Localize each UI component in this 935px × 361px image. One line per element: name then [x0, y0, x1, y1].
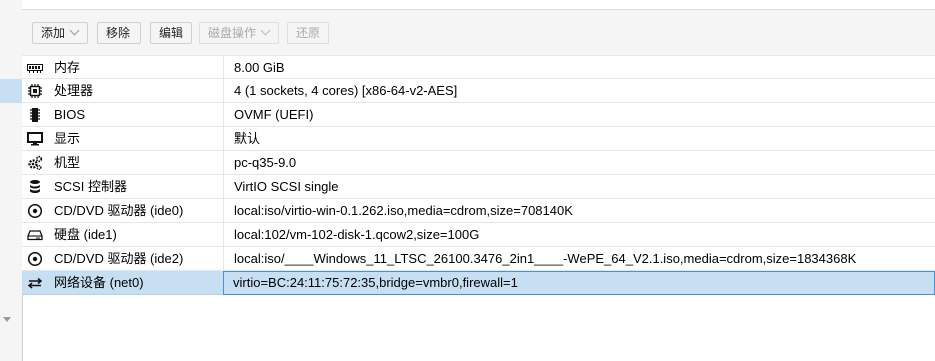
hdd-icon	[27, 227, 43, 243]
database-icon	[27, 179, 43, 195]
row-key: 处理器	[54, 83, 94, 98]
table-row[interactable]: CD/DVD 驱动器 (ide2) local:iso/____Windows_…	[22, 247, 935, 271]
cdrom-icon	[27, 203, 43, 219]
add-button[interactable]: 添加	[32, 22, 88, 44]
edit-button-label: 编辑	[159, 26, 184, 40]
monitor-icon	[27, 131, 43, 147]
left-nav-strip	[0, 0, 23, 361]
row-value: 4 (1 sockets, 4 cores) [x86-64-v2-AES]	[223, 79, 935, 103]
row-key: 网络设备 (net0)	[54, 275, 144, 290]
row-key: 内存	[54, 60, 81, 75]
table-row[interactable]: 处理器 4 (1 sockets, 4 cores) [x86-64-v2-AE…	[22, 79, 935, 103]
edit-button[interactable]: 编辑	[150, 22, 192, 44]
row-value: virtio=BC:24:11:75:72:35,bridge=vmbr0,fi…	[223, 271, 935, 295]
network-exchange-icon	[27, 275, 43, 291]
row-value: OVMF (UEFI)	[223, 103, 935, 127]
row-value: 8.00 GiB	[223, 56, 935, 80]
row-value: local:iso/virtio-win-0.1.262.iso,media=c…	[223, 199, 935, 223]
row-key: 显示	[54, 131, 81, 146]
table-row[interactable]: SCSI 控制器 VirtIO SCSI single	[22, 175, 935, 199]
row-key: 机型	[54, 155, 81, 170]
memory-icon	[27, 60, 43, 76]
row-key: CD/DVD 驱动器 (ide0)	[54, 203, 184, 218]
table-row-selected[interactable]: 网络设备 (net0) virtio=BC:24:11:75:72:35,bri…	[22, 271, 935, 295]
table-row[interactable]: CD/DVD 驱动器 (ide0) local:iso/virtio-win-0…	[22, 199, 935, 223]
row-key: CD/DVD 驱动器 (ide2)	[54, 251, 184, 266]
row-value: pc-q35-9.0	[223, 151, 935, 175]
bios-chip-icon	[27, 107, 43, 123]
row-value: VirtIO SCSI single	[223, 175, 935, 199]
left-nav-selected-item[interactable]	[0, 79, 22, 103]
table-row[interactable]: 硬盘 (ide1) local:102/vm-102-disk-1.qcow2,…	[22, 223, 935, 247]
cpu-icon	[27, 83, 43, 99]
caret-down-icon[interactable]	[3, 317, 11, 322]
table-row[interactable]: 显示 默认	[22, 127, 935, 151]
row-key: BIOS	[54, 107, 86, 122]
row-value: local:iso/____Windows_11_LTSC_26100.3476…	[223, 247, 935, 271]
revert-button[interactable]: 还原	[287, 22, 329, 44]
header-cutoff	[22, 0, 935, 9]
disk-action-label: 磁盘操作	[208, 26, 257, 40]
row-key: SCSI 控制器	[54, 179, 127, 194]
table-row[interactable]: 机型 pc-q35-9.0	[22, 151, 935, 175]
disk-action-button[interactable]: 磁盘操作	[199, 22, 279, 44]
hardware-table: 内存 8.00 GiB 处理器 4 (1 sockets, 4 cores) […	[22, 55, 935, 295]
row-value: 默认	[223, 127, 935, 151]
cdrom-icon	[27, 251, 43, 267]
gears-icon	[27, 155, 43, 171]
chevron-down-icon	[260, 25, 271, 36]
hardware-toolbar: 添加 移除 编辑 磁盘操作 还原	[22, 9, 935, 57]
row-value: local:102/vm-102-disk-1.qcow2,size=100G	[223, 223, 935, 247]
remove-button[interactable]: 移除	[97, 22, 141, 44]
row-key: 硬盘 (ide1)	[54, 227, 117, 242]
add-button-label: 添加	[41, 26, 66, 40]
chevron-down-icon	[69, 25, 80, 36]
revert-button-label: 还原	[296, 26, 321, 40]
table-row[interactable]: 内存 8.00 GiB	[22, 55, 935, 80]
remove-button-label: 移除	[106, 26, 131, 40]
table-row[interactable]: BIOS OVMF (UEFI)	[22, 103, 935, 127]
